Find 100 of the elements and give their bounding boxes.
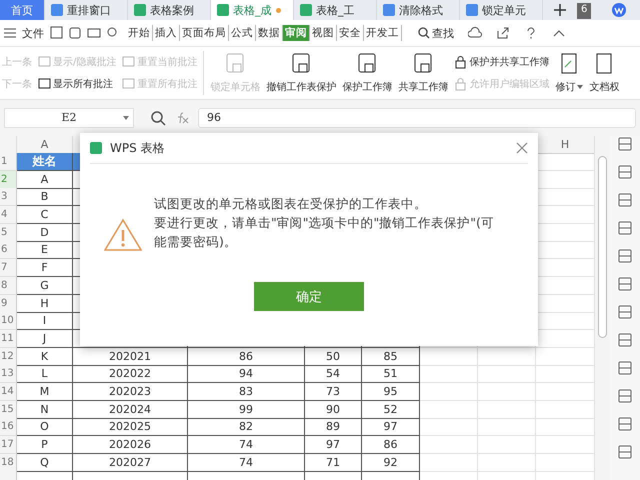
sidebar-tool-icon[interactable] (617, 444, 633, 460)
empty-cell (478, 454, 536, 472)
document-tab[interactable]: 表格_工 (294, 0, 377, 20)
sidebar-tool-icon[interactable] (617, 276, 633, 292)
table-cell: 202024 (73, 400, 188, 419)
row-number[interactable]: 2 (0, 170, 17, 189)
ribbon-button[interactable]: 共享工作簿 (398, 52, 448, 94)
table-cell: 82 (188, 418, 305, 436)
revise-button[interactable]: 修订 (555, 52, 584, 94)
row-number[interactable]: 14 (0, 382, 17, 401)
table-cell: Q (17, 454, 73, 472)
ok-button[interactable]: 确定 (254, 282, 364, 311)
caret-icon (577, 85, 584, 89)
row-number[interactable]: 7 (0, 259, 17, 278)
document-tab[interactable]: 锁定单元 (460, 0, 543, 20)
row-number[interactable]: 15 (0, 400, 17, 419)
document-rights-button[interactable]: 文档权 (589, 52, 620, 94)
sidebar-tool-icon[interactable] (617, 304, 633, 320)
search-icon (418, 27, 430, 39)
empty-cell (478, 365, 536, 384)
row-number[interactable]: 11 (0, 330, 17, 348)
empty-cell (420, 454, 478, 472)
new-tab-icon[interactable] (553, 3, 567, 17)
sidebar-tool-icon[interactable] (617, 164, 633, 180)
row-number[interactable]: 5 (0, 224, 17, 242)
comment-icon (38, 56, 51, 68)
vertical-scrollbar[interactable] (595, 136, 610, 480)
table-cell: 52 (362, 400, 420, 419)
spreadsheet-icon (217, 4, 229, 16)
row-number[interactable]: 8 (0, 276, 17, 295)
spreadsheet-icon (134, 4, 146, 16)
sidebar-tool-icon[interactable] (617, 360, 633, 376)
empty-cell (478, 436, 536, 454)
sidebar-tool-icon[interactable] (617, 136, 633, 152)
ribbon-tab[interactable]: 安全 (337, 25, 364, 41)
sidebar-tool-icon[interactable] (617, 416, 633, 432)
ribbon-tab[interactable]: 审阅 (283, 25, 310, 41)
table-cell: A (17, 170, 73, 189)
table-cell: 97 (305, 436, 362, 454)
row-number[interactable]: 16 (0, 418, 17, 436)
document-tab[interactable]: 重排窗口 (45, 0, 128, 20)
empty-cell (420, 348, 478, 366)
search-button[interactable]: 查找 (418, 26, 454, 40)
table-cell: 86 (188, 348, 305, 366)
table-cell: 202021 (73, 348, 188, 366)
table-cell: 85 (362, 348, 420, 366)
cloud-icon[interactable] (468, 27, 482, 39)
lock-icon (454, 78, 468, 90)
row-number[interactable]: 6 (0, 241, 17, 260)
row-number[interactable]: 18 (0, 454, 17, 472)
document-tab[interactable]: 表格_成 (211, 0, 294, 20)
formula-field[interactable]: 96 (198, 108, 636, 128)
row-number[interactable]: 12 (0, 348, 17, 366)
table-cell: M (17, 382, 73, 401)
share-icon[interactable] (496, 27, 510, 39)
row-number[interactable]: 1 (0, 153, 17, 171)
ribbon-tab[interactable]: 开始 (126, 25, 153, 41)
sidebar-tool-icon[interactable] (617, 332, 633, 348)
ribbon-button[interactable]: 撤销工作表保护 (266, 52, 336, 94)
empty-cell (420, 382, 478, 401)
table-cell: B (17, 188, 73, 206)
row-number[interactable]: 4 (0, 206, 17, 224)
close-icon[interactable] (516, 142, 528, 154)
row-number[interactable]: 9 (0, 294, 17, 312)
menu-icon[interactable] (4, 28, 16, 38)
ribbon-tab[interactable]: 公式 (229, 25, 256, 41)
document-tab[interactable]: 清除格式 (377, 0, 460, 20)
empty-cell (420, 418, 478, 436)
sidebar-tool-icon[interactable] (617, 388, 633, 404)
ribbon-button[interactable]: 显示所有批注 (38, 77, 116, 91)
tab-count[interactable]: 6 (577, 3, 592, 19)
table-cell: 97 (362, 418, 420, 436)
ribbon-tab[interactable]: 视图 (310, 25, 337, 41)
ribbon-button[interactable]: 保护并共享工作簿 (454, 55, 550, 69)
sidebar-tool-icon[interactable] (617, 220, 633, 236)
zoom-icon[interactable] (150, 110, 166, 126)
cell-reference-field[interactable]: E2 (4, 108, 134, 128)
row-number[interactable]: 17 (0, 436, 17, 454)
sidebar-tool-icon[interactable] (617, 192, 633, 208)
table-cell: 202026 (73, 436, 188, 454)
app-logo-icon[interactable] (611, 2, 628, 18)
row-number[interactable]: 3 (0, 188, 17, 206)
lock-icon (454, 56, 468, 68)
ribbon-tab[interactable]: 页面布局 (180, 25, 229, 41)
row-number[interactable]: 13 (0, 365, 17, 384)
file-menu[interactable]: 文件 (22, 26, 44, 40)
ribbon-tab[interactable]: 开发工 (364, 25, 402, 41)
empty-cell (478, 348, 536, 366)
spreadsheet-logo-icon (90, 142, 102, 154)
sidebar-tool-icon[interactable] (617, 248, 633, 264)
ribbon-button[interactable]: 保护工作簿 (342, 52, 392, 94)
empty-cell (478, 418, 536, 436)
ribbon-tab[interactable]: 插入 (153, 25, 180, 41)
table-cell: 74 (188, 436, 305, 454)
document-icon (383, 4, 395, 16)
empty-cell (478, 400, 536, 419)
table-cell: 73 (305, 382, 362, 401)
row-number[interactable]: 10 (0, 312, 17, 330)
table-cell: 202022 (73, 365, 188, 384)
document-tab[interactable]: 首页 (0, 0, 45, 20)
